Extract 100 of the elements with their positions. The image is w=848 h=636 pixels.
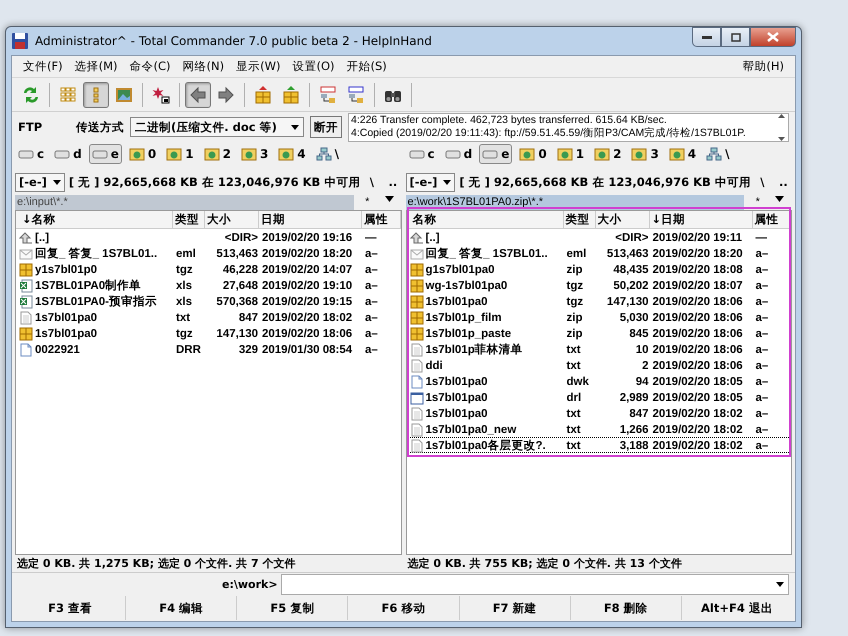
drive-dropdown[interactable]: [-e-] [406,172,456,192]
file-type: zip [566,311,584,326]
parent-button[interactable]: .. [384,175,402,189]
column-header[interactable]: 大小 [205,211,259,228]
file-attributes: a– [754,311,770,326]
menu-item[interactable]: 选择(M) [70,59,122,74]
menu-item[interactable]: 命令(C) [124,59,176,74]
file-type: txt [566,359,582,374]
column-header[interactable]: 类型 [564,211,596,228]
scroll-up-icon[interactable] [778,114,784,118]
file-name[interactable]: 1s7bl01pa0 [426,294,488,310]
file-name[interactable]: 回复_ 答复_ 1S7BL01.. [426,246,548,262]
file-name[interactable]: 1s7bl01p菲林清单 [426,342,523,358]
file-size: 147,130 [215,327,259,342]
function-key-button[interactable]: F3 查看 [15,596,126,620]
drive-button[interactable]: e [88,144,122,164]
column-header[interactable]: 大小 [596,211,650,228]
function-key-button[interactable]: F5 复制 [237,596,348,620]
drive-button[interactable]: 4 [666,144,700,164]
file-name[interactable]: 回复_ 答复_ 1S7BL01.. [35,246,158,262]
menu-item[interactable]: 网络(N) [178,59,230,74]
drive-button[interactable]: d [442,144,476,164]
drive-button[interactable]: 4 [275,144,309,164]
file-name[interactable]: 1s7bl01pa0 [426,390,488,406]
file-name[interactable]: 1s7bl01p_film [426,310,502,326]
log-line: 4:226 Transfer complete. 462,723 bytes transferred. 615.64 KB/sec. [351,114,668,126]
menu-item[interactable]: 文件(F) [18,59,68,74]
file-date: 2019/02/20 18:20 [261,247,354,262]
text-file-icon [19,311,33,325]
column-header[interactable]: 属性 [752,211,791,228]
toolbar-button[interactable] [185,82,211,108]
file-name[interactable]: 1s7bl01pa0_new [426,422,516,438]
drive-button[interactable]: 0 [126,144,160,164]
file-name[interactable]: g1s7bl01pa0 [426,262,495,278]
file-name[interactable]: y1s7bl01p0 [35,262,98,278]
file-name[interactable]: 1s7bl01pa0 [35,310,98,326]
file-name[interactable]: 1s7bl01pa0各层更改?. [426,438,546,454]
dropdown-arrow-icon[interactable] [384,196,394,202]
file-name[interactable]: [..] [35,230,50,246]
column-header[interactable]: ↓名称 [16,211,173,228]
file-type: xls [175,279,193,294]
column-header[interactable]: ↓日期 [650,211,752,228]
file-name[interactable]: 1s7bl01p_paste [426,326,512,342]
filter-button[interactable]: * [756,196,760,208]
file-name[interactable]: 1s7bl01pa0 [426,406,488,422]
file-attributes: a– [364,327,379,342]
drive-button[interactable]: 2 [591,144,624,164]
function-key-button[interactable]: Alt+F4 退出 [682,596,792,620]
drive-button[interactable]: \ [312,144,342,164]
column-header[interactable]: 类型 [173,211,205,228]
function-key-button[interactable]: F7 新建 [460,596,571,620]
disconnect-button[interactable]: 断开 [310,116,342,138]
drive-button[interactable]: 3 [628,144,662,164]
column-header[interactable]: 日期 [259,211,362,228]
command-line-field[interactable] [280,574,789,594]
spreadsheet-icon [19,279,33,293]
function-key-button[interactable]: F8 删除 [570,596,682,620]
scroll-down-icon[interactable] [778,136,784,140]
dropdown-arrow-icon[interactable] [775,196,784,202]
drive-button[interactable]: d [51,144,85,164]
maximize-button[interactable] [721,27,750,47]
drive-button[interactable]: 2 [200,144,234,164]
drive-button[interactable]: c [406,144,438,164]
drive-button[interactable]: 0 [516,144,550,164]
drive-button[interactable]: 3 [238,144,272,164]
file-size: 2 [641,359,650,374]
file-name[interactable]: ddi [426,358,443,374]
file-date: 2019/02/20 18:06 [652,311,744,326]
close-button[interactable] [750,27,796,47]
menu-item[interactable]: 显示(W) [231,59,286,74]
column-header[interactable]: 名称 [406,211,564,228]
file-name[interactable]: 0022921 [35,342,80,358]
minimize-button[interactable] [692,27,721,47]
file-name[interactable]: [..] [426,230,440,246]
column-header[interactable]: 属性 [362,211,400,228]
drive-button[interactable]: e [479,144,512,164]
file-size: <DIR> [224,231,259,246]
file-name[interactable]: 1s7bl01pa0 [35,326,98,342]
drive-button[interactable]: \ [703,144,733,164]
transfer-mode-dropdown[interactable]: 二进制(压缩文件. doc 等) [130,117,304,137]
root-button[interactable]: \ [364,175,380,189]
parent-button[interactable]: .. [774,175,792,189]
file-attributes: a– [364,263,379,278]
root-button[interactable]: \ [754,175,770,189]
drive-dropdown[interactable]: [-e-] [15,172,65,192]
function-key-button[interactable]: F4 编辑 [126,596,238,620]
file-name[interactable]: 1S7BL01PA0-预审指示 [35,294,157,310]
status-text: 选定 0 KB. 共 1,275 KB; 选定 0 个文件. 共 7 个文件 [16,556,296,572]
drive-button[interactable]: c [15,144,48,164]
file-name[interactable]: 1S7BL01PA0制作单 [35,278,142,294]
menu-item[interactable]: 帮助(H) [737,59,789,74]
function-key-button[interactable]: F6 移动 [348,596,460,620]
file-icon [410,375,424,389]
file-name[interactable]: wg-1s7bl01pa0 [426,278,508,294]
menu-item[interactable]: 开始(S) [341,59,392,74]
drive-button[interactable]: 1 [554,144,588,164]
file-name[interactable]: 1s7bl01pa0 [426,374,488,390]
menu-item[interactable]: 设置(O) [287,59,340,74]
filter-button[interactable]: * [365,196,370,208]
drive-button[interactable]: 1 [163,144,197,164]
